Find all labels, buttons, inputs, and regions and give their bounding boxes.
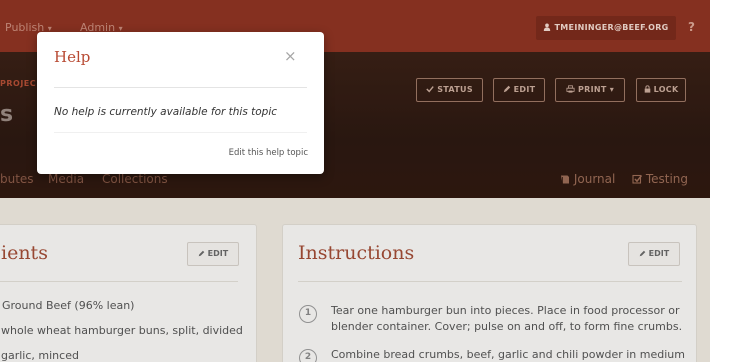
- pencil-icon: [639, 250, 646, 257]
- tab-collections[interactable]: Collections: [102, 172, 168, 186]
- print-icon: [566, 85, 575, 93]
- pencil-icon: [198, 250, 205, 257]
- tab-media[interactable]: Media: [48, 172, 84, 186]
- checkbox-icon: [632, 174, 643, 184]
- user-icon: [544, 23, 551, 31]
- ingredient-item: Ground Beef (96% lean): [2, 299, 135, 312]
- tab-attributes[interactable]: butes: [0, 172, 34, 186]
- close-icon[interactable]: ×: [284, 49, 297, 64]
- breadcrumb[interactable]: PROJEC: [0, 79, 36, 88]
- modal-message: No help is currently available for this …: [54, 106, 278, 118]
- divider: [54, 87, 307, 88]
- step-text: Tear one hamburger bun into pieces. Plac…: [331, 304, 683, 333]
- instruction-step: 1 Tear one hamburger bun into pieces. Pl…: [299, 303, 689, 337]
- user-menu-button[interactable]: TMEININGER@BEEF.ORG: [536, 16, 676, 40]
- book-icon: [561, 175, 569, 184]
- divider: [0, 281, 238, 282]
- page-title: s: [0, 102, 14, 127]
- step-text: Combine bread crumbs, beef, garlic and c…: [331, 348, 685, 361]
- help-modal: Help × No help is currently available fo…: [37, 32, 324, 174]
- ingredient-item: whole wheat hamburger buns, split, divid…: [1, 324, 243, 337]
- instructions-edit-button[interactable]: EDIT: [628, 242, 680, 266]
- step-number: 2: [299, 349, 317, 362]
- step-number: 1: [299, 305, 317, 323]
- tab-journal[interactable]: Journal: [560, 172, 615, 186]
- ingredients-card: ients EDIT Ground Beef (96% lean) whole …: [0, 224, 257, 362]
- tab-testing[interactable]: Testing: [632, 172, 688, 186]
- instructions-title: Instructions: [298, 242, 415, 264]
- chevron-down-icon: ▾: [609, 85, 615, 94]
- check-icon: [426, 86, 434, 93]
- instruction-step: 2 Combine bread crumbs, beef, garlic and…: [299, 347, 689, 362]
- instructions-card: Instructions EDIT 1 Tear one hamburger b…: [282, 224, 697, 362]
- divider: [54, 132, 307, 133]
- edit-button[interactable]: EDIT: [493, 78, 545, 102]
- lock-icon: [644, 85, 650, 93]
- lock-button[interactable]: LOCK: [636, 78, 686, 102]
- ingredients-edit-button[interactable]: EDIT: [187, 242, 239, 266]
- modal-title: Help: [54, 48, 91, 66]
- print-button[interactable]: PRINT ▾: [555, 78, 625, 102]
- help-button[interactable]: ?: [688, 20, 695, 34]
- pencil-icon: [503, 85, 510, 93]
- status-button[interactable]: STATUS: [416, 78, 483, 102]
- ingredients-title: ients: [1, 242, 48, 264]
- ingredient-item: garlic, minced: [1, 349, 79, 362]
- edit-help-topic-link[interactable]: Edit this help topic: [229, 148, 308, 158]
- divider: [298, 281, 682, 282]
